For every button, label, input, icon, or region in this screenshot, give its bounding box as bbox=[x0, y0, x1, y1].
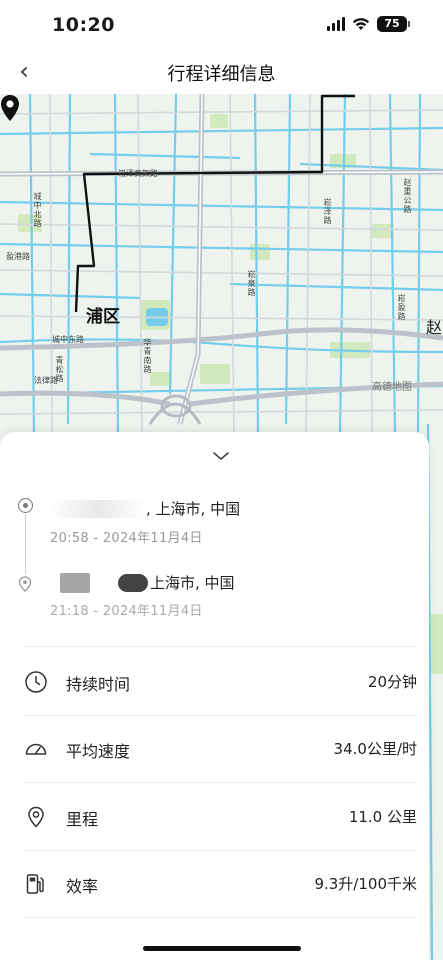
map-provider-watermark: 高德地图 bbox=[372, 382, 412, 393]
divider bbox=[25, 782, 417, 783]
stat-value: 11.0 公里 bbox=[348, 808, 417, 826]
map-road-label: 华青南路 bbox=[143, 338, 152, 374]
stat-value: 34.0公里/时 bbox=[333, 740, 417, 758]
status-time: 10:20 bbox=[52, 14, 115, 36]
end-point-icon bbox=[18, 576, 32, 592]
stat-label: 平均速度 bbox=[66, 742, 131, 761]
trip-route: , 上海市, 中国 20:58 - 2024年11月4日 上海市, 中国 21:… bbox=[0, 488, 429, 628]
redacted-text bbox=[50, 499, 146, 518]
map-road-label: 赵重公路 bbox=[403, 178, 412, 214]
location-pin-icon bbox=[28, 806, 44, 828]
page-title: 行程详细信息 bbox=[167, 64, 276, 85]
stat-label: 效率 bbox=[66, 877, 99, 896]
stat-row-efficiency: 效率 9.3升/100千米 bbox=[0, 851, 429, 917]
map-location-pin-icon bbox=[1, 95, 19, 121]
redacted-text bbox=[60, 572, 90, 593]
map-district-label: 赵 bbox=[426, 318, 443, 337]
start-time: 20:58 - 2024年11月4日 bbox=[50, 531, 203, 546]
stat-row-duration: 持续时间 20分钟 bbox=[0, 649, 429, 715]
fuel-pump-icon bbox=[26, 874, 44, 894]
speedometer-icon bbox=[25, 743, 47, 755]
end-address: 上海市, 中国 bbox=[50, 572, 235, 593]
route-connector bbox=[25, 514, 26, 574]
map-road-label: 盈港路 bbox=[6, 252, 30, 261]
map-road-label: 崧泉路 bbox=[247, 270, 256, 297]
divider bbox=[25, 646, 417, 647]
home-indicator[interactable] bbox=[143, 946, 301, 951]
cellular-signal-icon bbox=[327, 17, 345, 31]
status-bar: 10:20 75 bbox=[0, 0, 443, 50]
divider bbox=[25, 917, 417, 918]
stat-label: 持续时间 bbox=[66, 675, 131, 694]
map-road-label: 崧泽路 bbox=[323, 198, 332, 225]
clock-icon bbox=[25, 671, 47, 693]
start-point-icon bbox=[18, 498, 33, 513]
wifi-icon bbox=[352, 18, 370, 30]
map-road-label: 崧盈路 bbox=[397, 294, 406, 321]
chevron-down-icon[interactable] bbox=[205, 446, 237, 466]
battery-icon: 75 bbox=[377, 16, 410, 32]
stat-value: 20分钟 bbox=[367, 673, 417, 691]
status-indicators: 75 bbox=[327, 16, 410, 32]
stat-row-average-speed: 平均速度 34.0公里/时 bbox=[0, 716, 429, 782]
end-time: 21:18 - 2024年11月4日 bbox=[50, 604, 203, 619]
stat-row-distance: 里程 11.0 公里 bbox=[0, 784, 429, 850]
redacted-text bbox=[118, 573, 148, 592]
map-road-label: 城中北路 bbox=[33, 192, 42, 228]
trip-detail-sheet: , 上海市, 中国 20:58 - 2024年11月4日 上海市, 中国 21:… bbox=[0, 432, 429, 960]
start-address: , 上海市, 中国 bbox=[50, 498, 240, 519]
map-road-label: 崧泽高架路 bbox=[118, 169, 158, 178]
stat-label: 里程 bbox=[66, 810, 99, 829]
map-district-label: 浦区 bbox=[86, 307, 120, 327]
map-road-label: 城中东路 bbox=[52, 335, 84, 344]
nav-bar: ‹ 行程详细信息 bbox=[0, 50, 443, 94]
stat-value: 9.3升/100千米 bbox=[314, 875, 417, 893]
map-road-label: 法律路 bbox=[34, 376, 58, 385]
